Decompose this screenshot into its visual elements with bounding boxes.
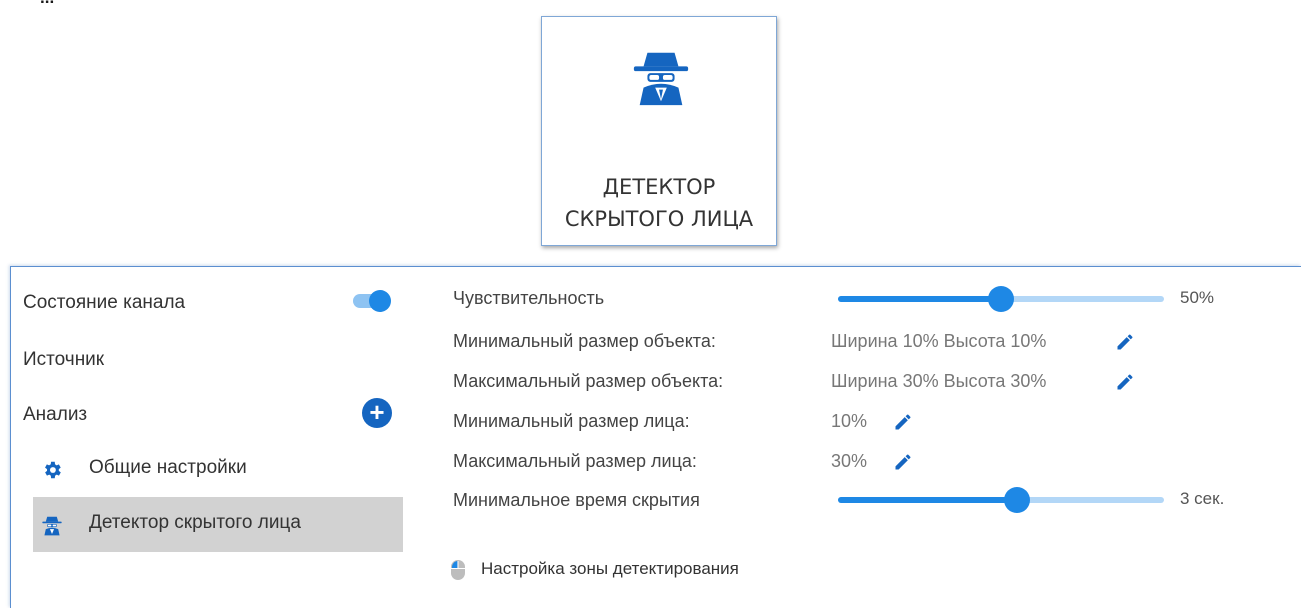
- channel-state-toggle[interactable]: [353, 290, 391, 312]
- edit-icon[interactable]: [1115, 332, 1135, 352]
- detector-tile[interactable]: ДЕТЕКТОР СКРЫТОГО ЛИЦА: [541, 16, 777, 246]
- gear-icon: [45, 461, 61, 479]
- sidebar-item-label: Детектор скрытого лица: [89, 512, 301, 533]
- max-face-size-value: 30%: [831, 451, 868, 471]
- min-face-size-label: Минимальный размер лица:: [453, 411, 690, 431]
- max-face-size-label: Максимальный размер лица:: [453, 451, 697, 471]
- sensitivity-value: 50%: [1180, 288, 1215, 307]
- slider-thumb[interactable]: [1004, 487, 1030, 513]
- edit-icon[interactable]: [893, 452, 913, 472]
- sidebar-item-label: Общие настройки: [89, 457, 247, 478]
- spy-icon: [42, 516, 62, 536]
- min-hide-time-slider[interactable]: [838, 487, 1164, 513]
- cropped-header-text: ...: [40, 0, 54, 8]
- min-face-size-value: 10%: [831, 411, 868, 431]
- min-object-size-value: Ширина 10% Высота 10%: [831, 331, 1047, 351]
- mouse-icon: [451, 560, 465, 580]
- tile-label-line1: ДЕТЕКТОР: [602, 175, 716, 199]
- channel-state-label: Состояние канала: [23, 292, 186, 313]
- sidebar-item-source[interactable]: Источник: [23, 349, 104, 371]
- sidebar-item-hidden-face-detector[interactable]: Детектор скрытого лица: [33, 497, 403, 552]
- slider-fill: [838, 497, 1017, 503]
- toggle-knob: [369, 290, 391, 312]
- min-hide-time-value: 3 сек.: [1180, 489, 1225, 508]
- sidebar-item-analysis[interactable]: Анализ: [23, 404, 87, 426]
- settings-panel: [10, 266, 1301, 608]
- sidebar-item-general-settings[interactable]: Общие настройки: [33, 442, 403, 497]
- max-object-size-label: Максимальный размер объекта:: [453, 371, 724, 391]
- max-object-size-value: Ширина 30% Высота 30%: [831, 371, 1047, 391]
- plus-icon: +: [369, 397, 385, 427]
- detection-zone-label: Настройка зоны детектирования: [481, 559, 739, 578]
- min-hide-time-label: Минимальное время скрытия: [453, 490, 700, 510]
- spy-icon: [633, 52, 689, 106]
- tile-label: ДЕТЕКТОР СКРЫТОГО ЛИЦА: [542, 171, 776, 235]
- tile-label-line2: СКРЫТОГО ЛИЦА: [564, 207, 754, 231]
- edit-icon[interactable]: [1115, 372, 1135, 392]
- min-object-size-label: Минимальный размер объекта:: [453, 331, 716, 351]
- sensitivity-slider[interactable]: [838, 286, 1164, 312]
- slider-thumb[interactable]: [988, 286, 1014, 312]
- slider-fill: [838, 296, 1001, 302]
- add-analysis-button[interactable]: +: [362, 398, 392, 428]
- sensitivity-label: Чувствительность: [453, 288, 605, 308]
- edit-icon[interactable]: [893, 412, 913, 432]
